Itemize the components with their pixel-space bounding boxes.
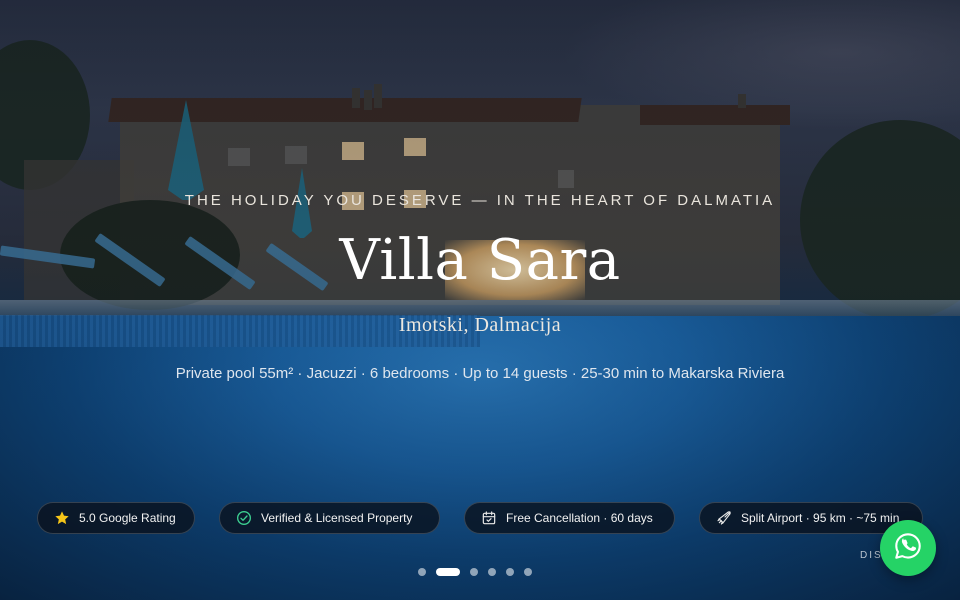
badge-google-rating: 5.0 Google Rating [37, 502, 195, 534]
carousel-dots [418, 567, 532, 577]
carousel-dot-2[interactable] [436, 568, 460, 576]
whatsapp-icon [893, 531, 923, 565]
hero-eyebrow: THE HOLIDAY YOU DESERVE — IN THE HEART O… [184, 192, 776, 209]
badge-label: Verified & Licensed Property [261, 511, 413, 525]
trust-badges: 5.0 Google Rating Verified & Licensed Pr… [37, 502, 923, 536]
carousel-dot-1[interactable] [418, 568, 426, 576]
carousel-dot-4[interactable] [488, 568, 496, 576]
carousel-dot-3[interactable] [470, 568, 478, 576]
badge-verified-property: Verified & Licensed Property [219, 502, 440, 534]
whatsapp-chat-button[interactable] [880, 520, 936, 576]
plane-icon [716, 510, 732, 526]
hero-description: Private pool 55m² · Jacuzzi · 6 bedrooms… [175, 365, 785, 382]
calendar-check-icon [481, 510, 497, 526]
check-circle-icon [236, 510, 252, 526]
carousel-dot-6[interactable] [524, 568, 532, 576]
badge-label: 5.0 Google Rating [79, 511, 176, 525]
badge-free-cancellation: Free Cancellation · 60 days [464, 502, 675, 534]
hero-title: Villa Sara [339, 228, 621, 293]
carousel-dot-5[interactable] [506, 568, 514, 576]
badge-label: Free Cancellation · 60 days [506, 511, 653, 525]
hero-location: Imotski, Dalmacija [398, 314, 562, 336]
star-icon [54, 510, 70, 526]
badge-label: Split Airport · 95 km · ~75 min [741, 511, 900, 525]
